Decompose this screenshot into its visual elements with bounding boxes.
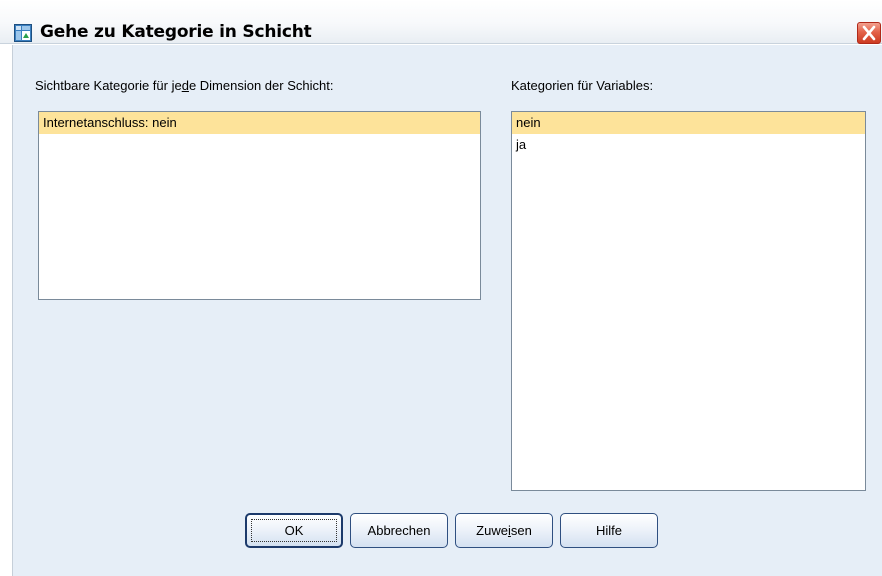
ok-button-label: OK (284, 523, 304, 538)
help-button[interactable]: Hilfe (560, 513, 658, 548)
layer-category-list[interactable]: Internetanschluss: nein (38, 111, 481, 300)
variable-categories-label: Kategorien für Variables: (511, 78, 654, 93)
ok-button[interactable]: OK (245, 513, 343, 548)
assign-button[interactable]: Zuwe i sen (455, 513, 553, 548)
close-icon (862, 25, 876, 41)
close-button[interactable] (857, 22, 881, 44)
dialog-window: Gehe zu Kategorie in Schicht Sichtbare K… (0, 0, 882, 576)
visible-category-label: Sichtbare Kategorie für jede Dimension d… (35, 78, 334, 93)
window-title: Gehe zu Kategorie in Schicht (40, 22, 312, 42)
list-item[interactable]: ja (512, 134, 865, 156)
list-item[interactable]: nein (512, 112, 865, 134)
title-bar[interactable]: Gehe zu Kategorie in Schicht (0, 0, 882, 44)
table-pivot-icon (14, 24, 32, 42)
cancel-button[interactable]: Abbrechen (350, 513, 448, 548)
variable-category-list[interactable]: nein ja (511, 111, 866, 491)
list-item[interactable]: Internetanschluss: nein (39, 112, 480, 134)
dialog-body: Sichtbare Kategorie für jede Dimension d… (12, 45, 882, 576)
